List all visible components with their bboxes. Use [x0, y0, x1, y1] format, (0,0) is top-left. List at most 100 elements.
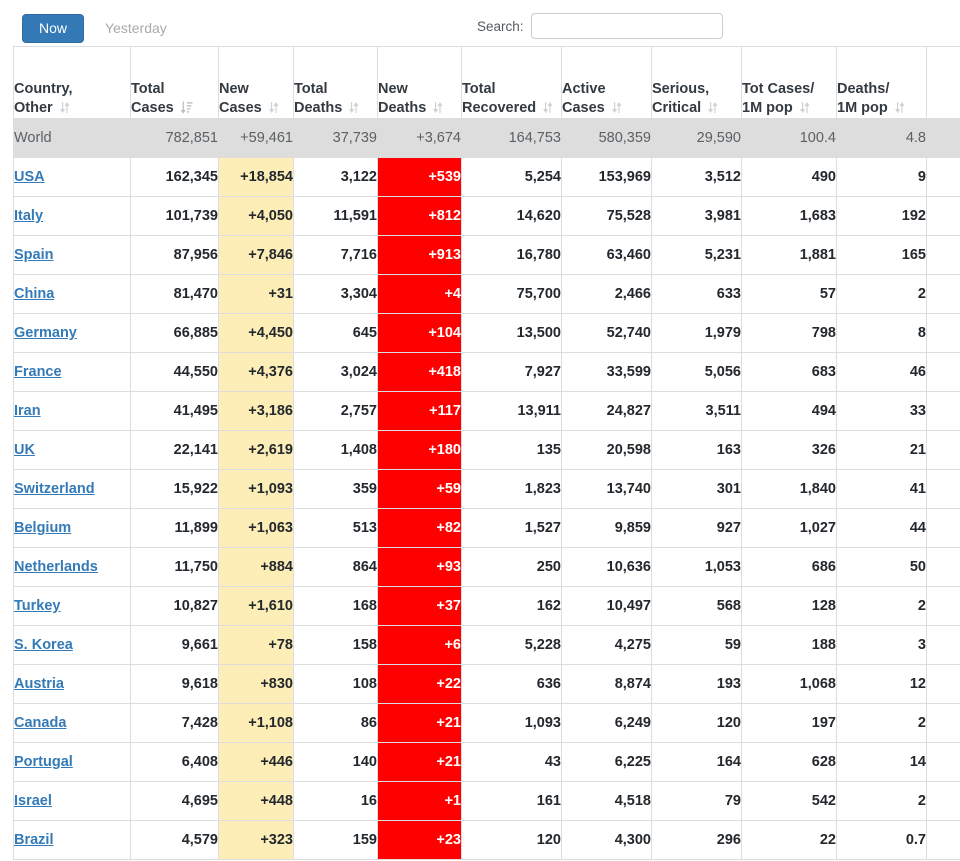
cell-active: 13,740 — [561, 469, 652, 509]
cell-extra — [926, 274, 960, 314]
country-link[interactable]: Austria — [14, 676, 64, 692]
cell-country[interactable]: Belgium — [13, 508, 131, 548]
cell-country[interactable]: Turkey — [13, 586, 131, 626]
cell-extra — [926, 118, 960, 158]
cell-extra — [926, 742, 960, 782]
cell-tot-rec: 135 — [461, 430, 562, 470]
country-link[interactable]: Italy — [14, 208, 43, 224]
column-header-line2: Critical — [652, 99, 741, 118]
cell-tot-deaths: 7,716 — [293, 235, 378, 275]
cell-serious: 79 — [651, 781, 742, 821]
cell-extra — [926, 664, 960, 704]
column-header-line1: Active — [562, 80, 606, 97]
cell-country[interactable]: UK — [13, 430, 131, 470]
cell-tot-deaths: 513 — [293, 508, 378, 548]
cell-tot-deaths: 1,408 — [293, 430, 378, 470]
cell-country[interactable]: USA — [13, 157, 131, 197]
cell-tot-cases: 66,885 — [130, 313, 219, 353]
country-link[interactable]: Brazil — [14, 832, 54, 848]
cell-tot-deaths: 158 — [293, 625, 378, 665]
cell-tcpm: 326 — [741, 430, 837, 470]
column-header-new_deaths[interactable]: New Deaths — [377, 46, 462, 119]
yesterday-button[interactable]: Yesterday — [90, 14, 182, 43]
country-link[interactable]: Germany — [14, 325, 77, 341]
cell-country[interactable]: Spain — [13, 235, 131, 275]
country-link[interactable]: Netherlands — [14, 559, 98, 575]
country-link[interactable]: Israel — [14, 793, 52, 809]
country-link[interactable]: Belgium — [14, 520, 71, 536]
column-header-country[interactable]: Country, Other — [13, 46, 131, 119]
cell-country[interactable]: Portugal — [13, 742, 131, 782]
cell-tot-deaths: 168 — [293, 586, 378, 626]
column-header-tot_rec[interactable]: Total Recovered — [461, 46, 562, 119]
cell-country[interactable]: Switzerland — [13, 469, 131, 509]
cell-country[interactable]: Canada — [13, 703, 131, 743]
country-link[interactable]: Spain — [14, 247, 53, 263]
cell-extra — [926, 508, 960, 548]
cell-active: 6,225 — [561, 742, 652, 782]
cell-new-deaths: +104 — [377, 313, 462, 353]
country-link[interactable]: China — [14, 286, 54, 302]
cell-active: 4,275 — [561, 625, 652, 665]
cell-country[interactable]: Iran — [13, 391, 131, 431]
country-link[interactable]: Iran — [14, 403, 41, 419]
cell-country[interactable]: S. Korea — [13, 625, 131, 665]
cell-country[interactable]: Brazil — [13, 820, 131, 860]
cell-serious: 3,981 — [651, 196, 742, 236]
cell-tot-rec: 161 — [461, 781, 562, 821]
column-header-serious[interactable]: Serious, Critical — [651, 46, 742, 119]
column-header-line1: Serious, — [652, 80, 710, 97]
country-link[interactable]: France — [14, 364, 62, 380]
cell-country[interactable]: Germany — [13, 313, 131, 353]
country-link[interactable]: Turkey — [14, 598, 60, 614]
cell-tot-cases: 7,428 — [130, 703, 219, 743]
cell-active: 8,874 — [561, 664, 652, 704]
column-header-tot_deaths[interactable]: Total Deaths — [293, 46, 378, 119]
cell-country[interactable]: Netherlands — [13, 547, 131, 587]
column-header-dpm[interactable]: Deaths/1M pop — [836, 46, 927, 119]
header-row: Country, Other Total Cases New Cases Total Deat… — [13, 46, 960, 119]
cell-country[interactable]: Austria — [13, 664, 131, 704]
cell-country[interactable]: China — [13, 274, 131, 314]
column-header-line1: Total — [131, 80, 165, 97]
cell-active: 24,827 — [561, 391, 652, 431]
cell-country[interactable]: Italy — [13, 196, 131, 236]
cell-tot-deaths: 140 — [293, 742, 378, 782]
search-input[interactable] — [530, 13, 723, 39]
column-header-line2: Deaths — [294, 99, 377, 118]
cell-new-deaths: +59 — [377, 469, 462, 509]
cell-tot-cases: 11,750 — [130, 547, 219, 587]
world-label: World — [14, 130, 52, 146]
column-header-line2: Other — [14, 99, 130, 118]
cell-serious: 3,512 — [651, 157, 742, 197]
cell-country[interactable]: Israel — [13, 781, 131, 821]
cell-serious: 568 — [651, 586, 742, 626]
cell-tcpm: 22 — [741, 820, 837, 860]
cell-tot-deaths: 864 — [293, 547, 378, 587]
country-link[interactable]: S. Korea — [14, 637, 73, 653]
now-button[interactable]: Now — [22, 14, 85, 43]
cell-tcpm: 1,683 — [741, 196, 837, 236]
country-link[interactable]: Switzerland — [14, 481, 95, 497]
column-header-tot_cases[interactable]: Total Cases — [130, 46, 219, 119]
cell-country[interactable]: France — [13, 352, 131, 392]
cell-tot-rec: 13,500 — [461, 313, 562, 353]
cell-new-deaths: +180 — [377, 430, 462, 470]
cell-new-cases: +1,093 — [218, 469, 294, 509]
country-link[interactable]: Portugal — [14, 754, 73, 770]
country-link[interactable]: UK — [14, 442, 35, 458]
column-header-tcpm[interactable]: Tot Cases/1M pop — [741, 46, 837, 119]
cell-dpm: 14 — [836, 742, 927, 782]
country-link[interactable]: Canada — [14, 715, 66, 731]
cell-active: 153,969 — [561, 157, 652, 197]
cell-active: 2,466 — [561, 274, 652, 314]
cell-dpm: 8 — [836, 313, 927, 353]
cell-serious: 301 — [651, 469, 742, 509]
cell-tot-cases: 4,695 — [130, 781, 219, 821]
cell-dpm: 2 — [836, 781, 927, 821]
column-header-active[interactable]: Active Cases — [561, 46, 652, 119]
country-link[interactable]: USA — [14, 169, 45, 185]
cell-tot-deaths: 108 — [293, 664, 378, 704]
table-scroll-container[interactable]: Country, Other Total Cases New Cases Total Deat… — [0, 46, 960, 861]
column-header-new_cases[interactable]: New Cases — [218, 46, 294, 119]
